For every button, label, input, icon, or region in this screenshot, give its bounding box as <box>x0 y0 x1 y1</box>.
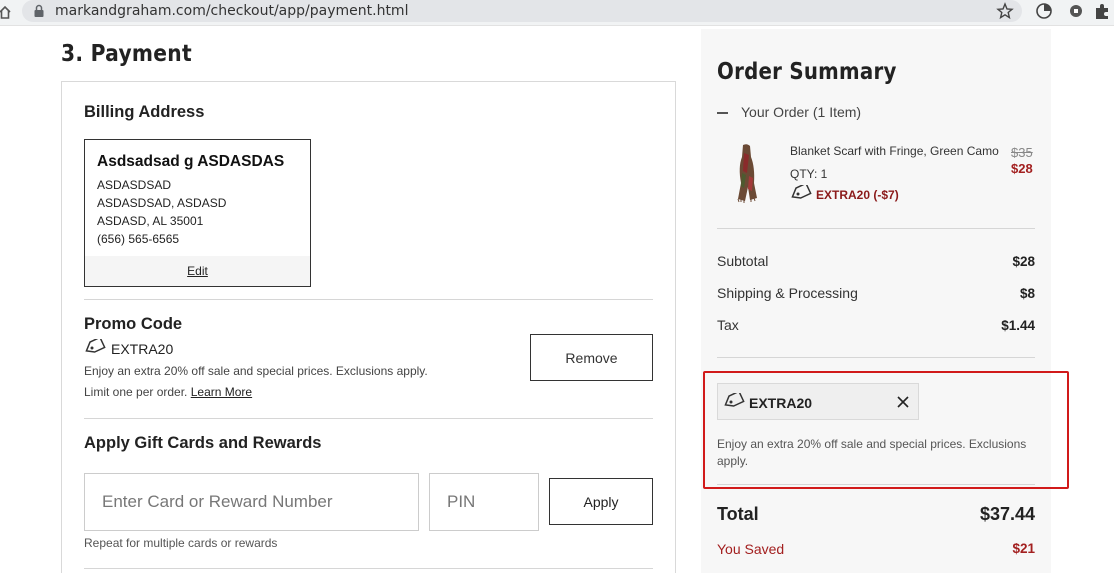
divider <box>84 299 653 300</box>
total-value: $37.44 <box>979 504 1035 524</box>
subtotal-value: $28 <box>1012 254 1035 269</box>
gift-cards-heading: Apply Gift Cards and Rewards <box>84 434 322 452</box>
tax-label: Tax <box>717 317 739 333</box>
gift-card-pin-input[interactable] <box>429 473 539 531</box>
total-label: Total <box>717 504 759 524</box>
promo-description: Enjoy an extra 20% off sale and special … <box>84 364 428 378</box>
applied-promo-code: EXTRA20 <box>111 341 174 357</box>
gift-card-number-input[interactable] <box>84 473 419 531</box>
address-edit-band: Edit <box>85 256 310 286</box>
edit-address-link[interactable]: Edit <box>85 264 310 278</box>
promo-limit-text: Limit one per order. <box>84 385 188 399</box>
product-image[interactable] <box>733 143 761 203</box>
address-line: ASDASDSAD <box>97 178 172 192</box>
product-sale-price: $28 <box>1011 161 1033 176</box>
tag-icon <box>85 339 106 353</box>
address-line: ASDASDSAD, ASDASD <box>97 196 227 210</box>
product-quantity: QTY: 1 <box>790 167 828 181</box>
address-line: ASDASD, AL 35001 <box>97 214 204 228</box>
promo-limit: Limit one per order. Learn More <box>84 385 252 399</box>
tag-icon <box>791 185 812 199</box>
home-icon[interactable] <box>0 4 12 20</box>
divider <box>84 568 653 569</box>
highlight-annotation <box>703 371 1069 489</box>
shipping-label: Shipping & Processing <box>717 285 858 301</box>
extension-icon[interactable] <box>1035 2 1053 20</box>
you-saved-value: $21 <box>1012 541 1035 556</box>
url-text[interactable]: markandgraham.com/checkout/app/payment.h… <box>55 3 408 19</box>
gift-card-hint: Repeat for multiple cards or rewards <box>84 536 278 550</box>
shield-extension-icon[interactable] <box>1067 2 1085 20</box>
divider <box>84 418 653 419</box>
you-saved-label: You Saved <box>717 541 785 557</box>
product-promo-discount: EXTRA20 (-$7) <box>816 188 899 202</box>
subtotal-label: Subtotal <box>717 253 769 269</box>
order-summary-title: Order Summary <box>717 59 897 85</box>
page-title: 3. Payment <box>61 41 192 67</box>
address-phone: (656) 565-6565 <box>97 232 180 246</box>
product-name[interactable]: Blanket Scarf with Fringe, Green Camo <box>790 144 999 158</box>
your-order-toggle[interactable]: Your Order (1 Item) <box>741 104 861 120</box>
learn-more-link[interactable]: Learn More <box>191 385 252 399</box>
browser-toolbar: markandgraham.com/checkout/app/payment.h… <box>0 0 1114 26</box>
tax-value: $1.44 <box>1001 318 1035 333</box>
remove-promo-button[interactable]: Remove <box>530 334 653 381</box>
puzzle-extensions-icon[interactable] <box>1093 2 1111 20</box>
billing-address-card: Asdsadsad g ASDASDAS ASDASDSAD ASDASDSAD… <box>84 139 311 287</box>
divider <box>717 228 1035 229</box>
bookmark-star-icon[interactable] <box>996 2 1014 20</box>
product-original-price: $35 <box>1011 145 1033 160</box>
address-name: Asdsadsad g ASDASDAS <box>97 153 285 170</box>
apply-gift-card-button[interactable]: Apply <box>549 478 653 525</box>
promo-code-heading: Promo Code <box>84 315 183 333</box>
divider <box>717 357 1035 358</box>
billing-address-heading: Billing Address <box>84 103 205 121</box>
lock-icon <box>34 4 44 17</box>
collapse-order-icon[interactable] <box>717 112 728 114</box>
shipping-value: $8 <box>1019 286 1035 301</box>
